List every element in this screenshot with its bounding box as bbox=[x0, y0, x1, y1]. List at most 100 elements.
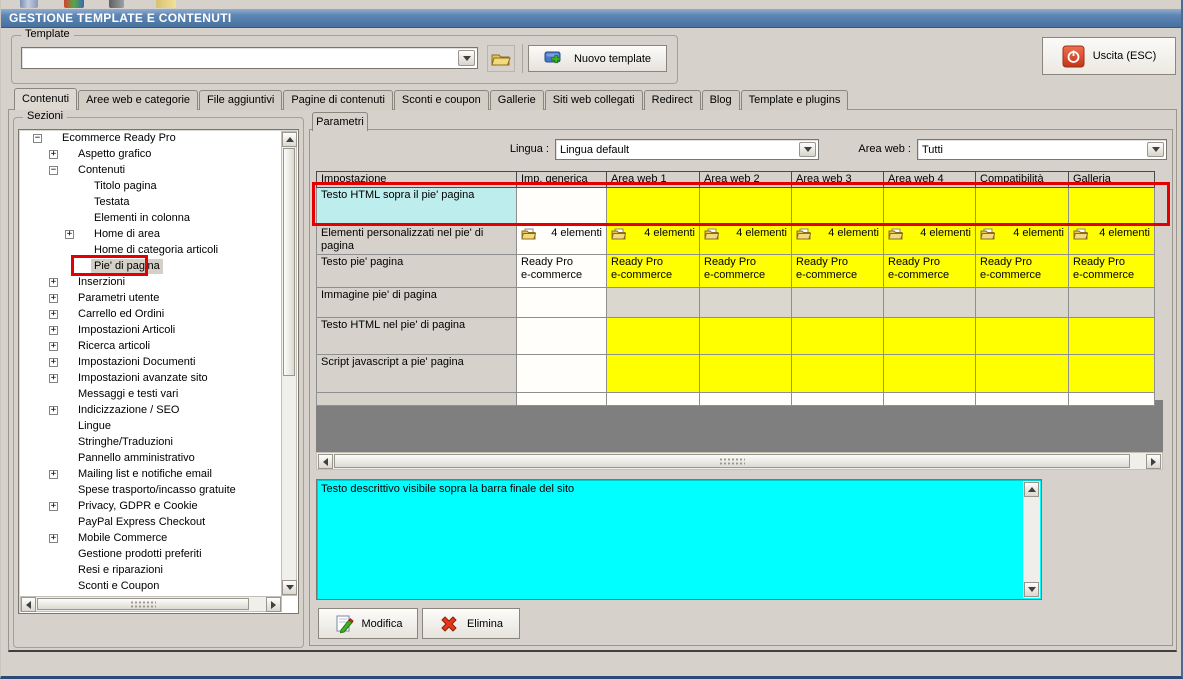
param-cell[interactable] bbox=[883, 317, 976, 355]
tab-siti-web-collegati[interactable]: Siti web collegati bbox=[544, 90, 643, 110]
param-cell[interactable] bbox=[699, 317, 792, 355]
expand-icon[interactable]: + bbox=[49, 326, 58, 335]
tree-vscroll-thumb[interactable] bbox=[283, 148, 295, 376]
tab-parametri[interactable]: Parametri bbox=[312, 112, 368, 131]
param-cell[interactable] bbox=[791, 392, 884, 406]
column-header-compatibilit[interactable]: Compatibilità bbox=[975, 171, 1069, 188]
scroll-right-icon[interactable] bbox=[1146, 454, 1161, 469]
scroll-up-icon[interactable] bbox=[282, 132, 297, 147]
tab-sconti-e-coupon[interactable]: Sconti e coupon bbox=[393, 90, 489, 110]
param-cell[interactable] bbox=[883, 392, 976, 406]
column-header-area-web-3[interactable]: Area web 3 bbox=[791, 171, 884, 188]
param-cell[interactable] bbox=[699, 187, 792, 226]
param-cell[interactable] bbox=[975, 392, 1069, 406]
chevron-down-icon[interactable] bbox=[1147, 142, 1164, 157]
table-horizontal-scrollbar[interactable] bbox=[316, 452, 1163, 470]
collapse-icon[interactable]: − bbox=[49, 166, 58, 175]
tab-blog[interactable]: Blog bbox=[701, 90, 740, 110]
param-cell[interactable] bbox=[516, 392, 607, 406]
tab-gallerie[interactable]: Gallerie bbox=[489, 90, 544, 110]
param-cell[interactable] bbox=[883, 187, 976, 226]
nuovo-template-button[interactable]: Nuovo template bbox=[528, 45, 667, 72]
param-cell[interactable] bbox=[606, 317, 700, 355]
param-cell[interactable]: 4 elementi bbox=[883, 225, 976, 255]
param-cell[interactable]: Ready Pro e-commerce bbox=[975, 254, 1069, 288]
tree-horizontal-scrollbar[interactable] bbox=[20, 596, 282, 612]
param-cell[interactable]: Ready Pro e-commerce bbox=[606, 254, 700, 288]
param-cell[interactable] bbox=[975, 354, 1069, 393]
table-hscroll-thumb[interactable] bbox=[334, 454, 1130, 468]
scroll-down-icon[interactable] bbox=[282, 580, 297, 595]
param-cell[interactable] bbox=[791, 317, 884, 355]
scroll-right-icon[interactable] bbox=[266, 597, 281, 612]
open-template-folder-button[interactable] bbox=[487, 45, 515, 72]
param-cell[interactable] bbox=[699, 392, 792, 406]
param-cell[interactable] bbox=[606, 187, 700, 226]
tab-redirect[interactable]: Redirect bbox=[643, 90, 701, 110]
lingua-combobox[interactable]: Lingua default bbox=[555, 139, 819, 160]
param-cell[interactable]: Ready Pro e-commerce bbox=[1068, 254, 1155, 288]
tab-pagine-di-contenuti[interactable]: Pagine di contenuti bbox=[283, 90, 393, 110]
expand-icon[interactable]: + bbox=[49, 502, 58, 511]
area-web-combobox[interactable]: Tutti bbox=[917, 139, 1167, 160]
param-cell[interactable]: 4 elementi bbox=[975, 225, 1069, 255]
template-combobox[interactable] bbox=[21, 47, 478, 69]
expand-icon[interactable]: + bbox=[49, 470, 58, 479]
scroll-left-icon[interactable] bbox=[21, 597, 36, 612]
param-cell[interactable] bbox=[516, 287, 607, 318]
expand-icon[interactable]: + bbox=[49, 406, 58, 415]
param-cell[interactable] bbox=[791, 287, 884, 318]
uscita-button[interactable]: Uscita (ESC) bbox=[1042, 37, 1176, 75]
column-header-area-web-1[interactable]: Area web 1 bbox=[606, 171, 700, 188]
param-cell[interactable] bbox=[1068, 287, 1155, 318]
expand-icon[interactable]: + bbox=[49, 150, 58, 159]
param-cell[interactable] bbox=[1068, 187, 1155, 226]
param-cell[interactable]: 4 elementi bbox=[606, 225, 700, 255]
param-cell[interactable] bbox=[1068, 392, 1155, 406]
tab-template-e-plugins[interactable]: Template e plugins bbox=[740, 90, 849, 110]
modifica-button[interactable]: Modifica bbox=[318, 608, 418, 639]
tab-contenuti[interactable]: Contenuti bbox=[14, 88, 78, 110]
param-cell[interactable] bbox=[883, 354, 976, 393]
elimina-button[interactable]: Elimina bbox=[422, 608, 520, 639]
param-cell[interactable]: Ready Pro e-commerce bbox=[883, 254, 976, 288]
param-cell[interactable]: 4 elementi bbox=[791, 225, 884, 255]
param-cell[interactable] bbox=[1068, 317, 1155, 355]
expand-icon[interactable]: + bbox=[49, 534, 58, 543]
param-cell[interactable] bbox=[516, 354, 607, 393]
tab-aree-web-e-categorie[interactable]: Aree web e categorie bbox=[78, 90, 199, 110]
scroll-left-icon[interactable] bbox=[318, 454, 333, 469]
param-cell[interactable] bbox=[516, 187, 607, 226]
scroll-down-icon[interactable] bbox=[1024, 582, 1039, 597]
chevron-down-icon[interactable] bbox=[458, 50, 475, 66]
expand-icon[interactable]: + bbox=[49, 278, 58, 287]
column-header-area-web-2[interactable]: Area web 2 bbox=[699, 171, 792, 188]
expand-icon[interactable]: + bbox=[49, 342, 58, 351]
scroll-up-icon[interactable] bbox=[1024, 482, 1039, 497]
expand-icon[interactable]: + bbox=[49, 310, 58, 319]
param-cell[interactable] bbox=[975, 317, 1069, 355]
tree-vertical-scrollbar[interactable] bbox=[281, 131, 297, 596]
param-cell[interactable] bbox=[1068, 354, 1155, 393]
param-cell[interactable]: Ready Pro e-commerce bbox=[699, 254, 792, 288]
column-header-impostazione[interactable]: Impostazione bbox=[316, 171, 517, 188]
param-cell[interactable] bbox=[606, 354, 700, 393]
description-textarea[interactable]: Testo descrittivo visibile sopra la barr… bbox=[316, 479, 1042, 600]
param-cell[interactable] bbox=[606, 287, 700, 318]
param-cell[interactable]: Ready Pro e-commerce bbox=[791, 254, 884, 288]
tree-hscroll-thumb[interactable] bbox=[37, 598, 249, 610]
column-header-imp-generica[interactable]: Imp. generica bbox=[516, 171, 607, 188]
param-cell[interactable] bbox=[606, 392, 700, 406]
param-cell[interactable]: Ready Pro e-commerce bbox=[516, 254, 607, 288]
param-cell[interactable] bbox=[975, 187, 1069, 226]
param-cell[interactable] bbox=[791, 354, 884, 393]
expand-icon[interactable]: + bbox=[49, 358, 58, 367]
param-cell[interactable]: 4 elementi bbox=[699, 225, 792, 255]
collapse-icon[interactable]: − bbox=[33, 134, 42, 143]
param-cell[interactable] bbox=[975, 287, 1069, 318]
param-cell[interactable] bbox=[699, 287, 792, 318]
expand-icon[interactable]: + bbox=[65, 230, 74, 239]
param-cell[interactable] bbox=[516, 317, 607, 355]
tab-file-aggiuntivi[interactable]: File aggiuntivi bbox=[199, 90, 283, 110]
expand-icon[interactable]: + bbox=[49, 294, 58, 303]
